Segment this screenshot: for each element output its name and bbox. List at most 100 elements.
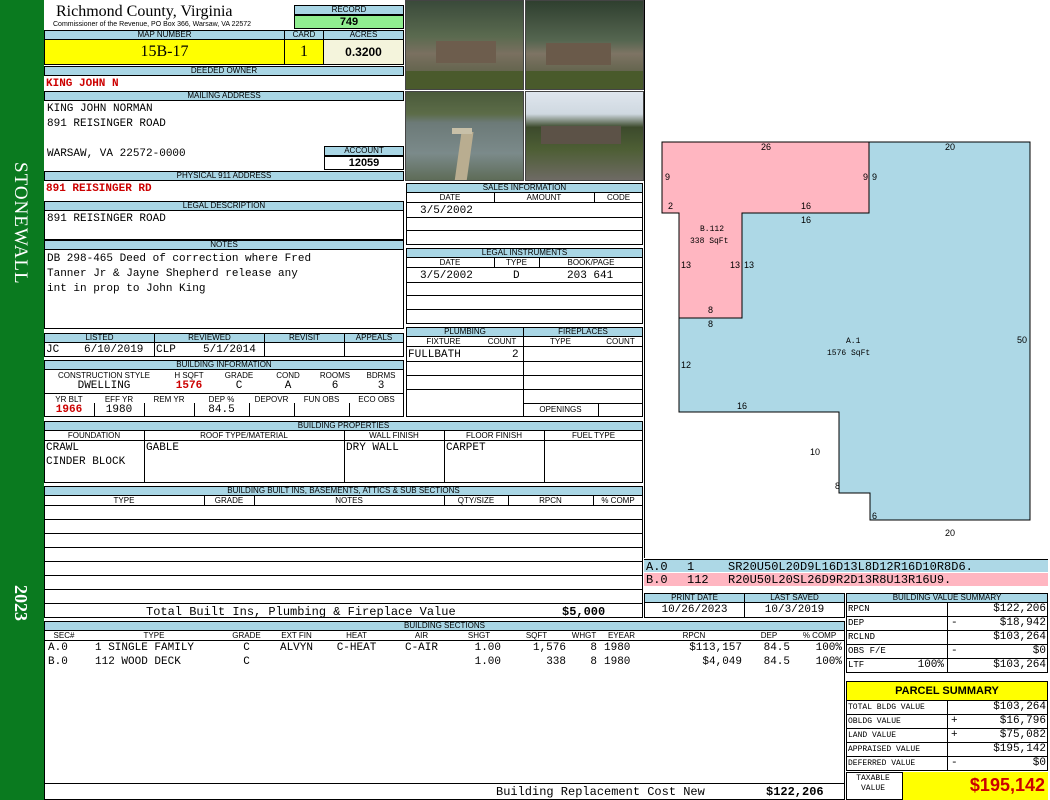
sales-col-date: DATE xyxy=(439,193,461,202)
builtins-total-label: Total Built Ins, Plumbing & Fireplace Va… xyxy=(146,605,456,619)
house-photo-front xyxy=(405,0,524,90)
li-date: 3/5/2002 xyxy=(420,270,473,282)
plumb-col-fixture: FIXTURE xyxy=(426,337,461,346)
prop-col-floor: FLOOR FINISH xyxy=(465,431,522,440)
reviewed-by: CLP xyxy=(156,344,176,356)
bi-effyr: 1980 xyxy=(105,404,133,416)
dim-label: 8 xyxy=(708,305,713,315)
wall-finish: DRY WALL xyxy=(346,442,399,454)
dock-photo xyxy=(405,91,524,181)
bins-col-comp: % COMP xyxy=(601,496,635,505)
notes-line-1: DB 298-465 Deed of correction where Fred xyxy=(47,253,312,265)
sec-col-type: TYPE xyxy=(143,631,165,640)
li-col-date: DATE xyxy=(439,258,461,267)
sec-col-ext: EXT FIN xyxy=(281,631,312,640)
dim-label: 16 xyxy=(801,215,811,225)
bi-col-rooms: ROOMS xyxy=(319,371,351,380)
bi-col-depovr: DEPOVR xyxy=(254,395,289,404)
sales-col-amount: AMOUNT xyxy=(526,193,562,202)
tax-year: 2023 xyxy=(11,585,31,621)
openings-label: OPENINGS xyxy=(539,405,582,414)
dim-label: 9 xyxy=(863,172,868,182)
mailing-address-label: MAILING ADDRESS xyxy=(44,91,404,101)
mailing-line-2: 891 REISINGER ROAD xyxy=(47,118,166,130)
prop-col-roof: ROOF TYPE/MATERIAL xyxy=(200,431,288,440)
bins-col-qty: QTY/SIZE xyxy=(457,496,495,505)
sec-col-grade: GRADE xyxy=(232,631,261,640)
bi-col-remyr: REM YR xyxy=(153,395,185,404)
last-saved-date: 10/3/2019 xyxy=(744,602,845,618)
mailing-line-4: WARSAW, VA 22572-0000 xyxy=(47,148,186,160)
bi-col-funobs: FUN OBS xyxy=(303,395,340,404)
dim-label: 9 xyxy=(872,172,877,182)
dim-label: 13 xyxy=(681,260,691,270)
county-title: Richmond County, Virginia xyxy=(56,3,233,20)
plumb-count: 2 xyxy=(512,349,519,361)
bi-rooms: 6 xyxy=(331,380,339,392)
dim-label: 26 xyxy=(761,142,771,152)
sketch-area: 26 20 9 9 9 2 16 16 13 13 13 8 8 50 12 1… xyxy=(644,0,1050,558)
deeded-owner-label: DEEDED OWNER xyxy=(44,66,404,76)
dim-label: 13 xyxy=(730,260,740,270)
notes-line-3: int in prop to John King xyxy=(47,283,206,295)
dim-label: 16 xyxy=(801,201,811,211)
record-number: 749 xyxy=(294,15,404,29)
bi-col-yrblt: YR BLT xyxy=(55,395,83,404)
bi-col-dep: DEP % xyxy=(208,395,235,404)
vector-b0: B.0 112 R20U50L20SL26D9R2D13R8U13R16U9. xyxy=(644,573,1048,587)
bins-col-notes: NOTES xyxy=(335,496,363,505)
builtins-total-value: $5,000 xyxy=(562,605,606,619)
commissioner-line: Commissioner of the Revenue, PO Box 366,… xyxy=(53,21,252,28)
reviewed-date: 5/1/2014 xyxy=(203,344,256,356)
dim-label: 2 xyxy=(668,201,673,211)
listed-date: 6/10/2019 xyxy=(84,344,144,356)
bi-dep: 84.5 xyxy=(208,404,235,416)
prop-col-fuel: FUEL TYPE xyxy=(571,431,616,440)
sec-col-eyear: EYEAR xyxy=(607,631,636,640)
fire-col-count: COUNT xyxy=(606,337,635,346)
deeded-owner: KING JOHN N xyxy=(46,78,119,90)
plumb-fixture: FULLBATH xyxy=(408,349,461,361)
bi-yrblt: 1966 xyxy=(55,404,83,416)
sec-col-comp: % COMP xyxy=(802,631,837,640)
physical-address-label: PHYSICAL 911 ADDRESS xyxy=(44,171,404,181)
floor-plan-sketch: 26 20 9 9 9 2 16 16 13 13 13 8 8 50 12 1… xyxy=(661,141,1031,538)
bi-hsqft: 1576 xyxy=(175,380,203,392)
sec-col-whgt: WHGT xyxy=(571,631,597,640)
floor-finish: CARPET xyxy=(446,442,486,454)
bi-col-effyr: EFF YR xyxy=(104,395,134,404)
acres-value: 0.3200 xyxy=(323,39,404,65)
bi-col-style: CONSTRUCTION STYLE xyxy=(57,371,150,380)
sec-col-sqft: SQFT xyxy=(525,631,548,640)
bins-col-rpcn: RPCN xyxy=(539,496,562,505)
sec-col-heat: HEAT xyxy=(346,631,367,640)
bi-col-grade: GRADE xyxy=(224,371,254,380)
dim-label: 8 xyxy=(835,481,840,491)
bi-bdrms: 3 xyxy=(377,380,385,392)
sec-col-dep: DEP xyxy=(760,631,778,640)
card-number: 1 xyxy=(284,39,324,65)
dim-label: 8 xyxy=(708,319,713,329)
area-b112-label: B.112 xyxy=(700,225,724,234)
bins-col-grade: GRADE xyxy=(214,496,244,505)
roof-type: GABLE xyxy=(146,442,180,454)
bins-col-type: TYPE xyxy=(113,496,135,505)
foundation-1: CRAWL xyxy=(46,442,80,454)
parcel-summary-header: PARCEL SUMMARY xyxy=(846,681,1048,701)
record-label: RECORD xyxy=(294,5,404,15)
physical-address: 891 REISINGER RD xyxy=(46,183,152,195)
bi-col-cond: COND xyxy=(276,371,300,380)
dim-label: 20 xyxy=(945,528,955,538)
house-photo-side xyxy=(525,0,644,90)
dim-label: 20 xyxy=(945,142,955,152)
listed-by: JC xyxy=(46,344,60,356)
mailing-line-1: KING JOHN NORMAN xyxy=(47,103,153,115)
account-number: 12059 xyxy=(324,156,404,170)
dim-label: 6 xyxy=(872,511,877,521)
district-sidebar: STONEWALL 2023 xyxy=(0,0,44,800)
replacement-cost-label: Building Replacement Cost New xyxy=(496,785,705,799)
li-col-type: TYPE xyxy=(506,258,527,267)
bi-col-ecoobs: ECO OBS xyxy=(358,395,395,404)
plumb-col-count: COUNT xyxy=(487,337,517,346)
fire-col-type: TYPE xyxy=(550,337,571,346)
